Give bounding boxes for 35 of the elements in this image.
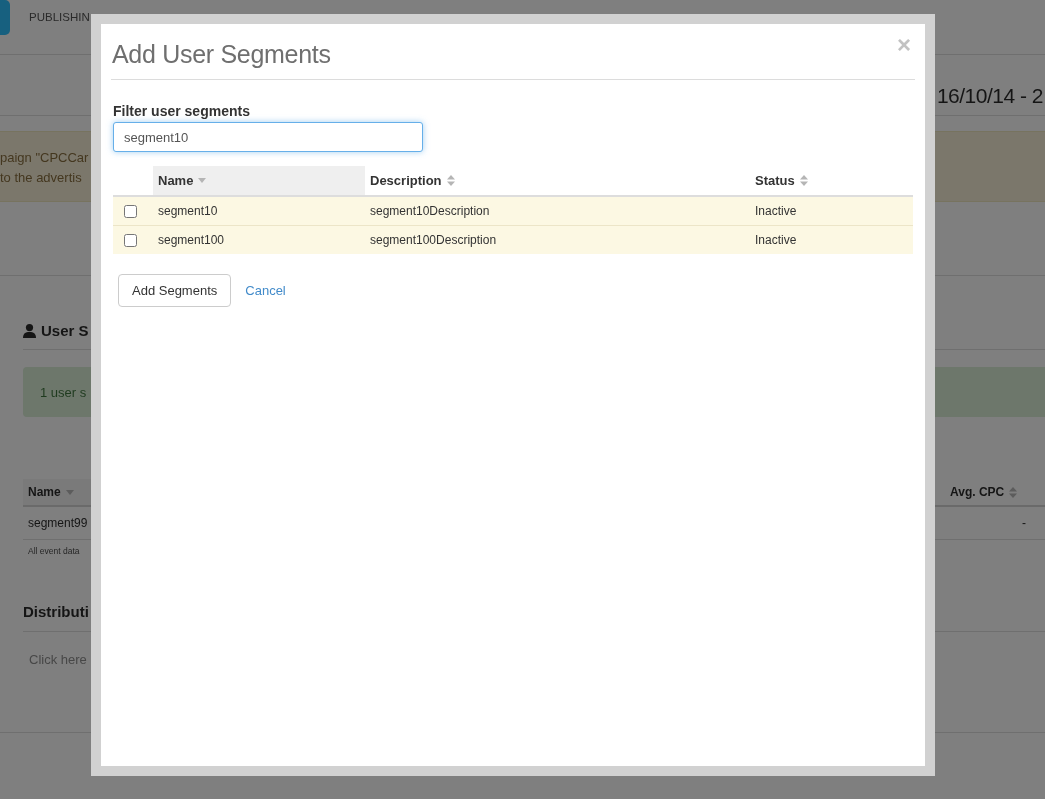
sort-arrows-icon <box>1009 486 1018 498</box>
user-icon <box>23 324 36 338</box>
sort-caret-icon <box>65 489 74 495</box>
dialog-title: Add User Segments <box>111 39 331 70</box>
column-header[interactable]: Name <box>23 479 91 505</box>
hint-text: Click here <box>29 651 87 669</box>
column-header[interactable]: Status <box>750 166 913 195</box>
action-button[interactable]: Add Segments <box>118 274 232 307</box>
column-header[interactable]: Name <box>153 166 365 195</box>
filter-input[interactable]: segment10 <box>113 122 423 152</box>
sort-caret-icon <box>198 178 207 183</box>
table-cell-text: - <box>1021 515 1027 532</box>
field-label: Filter user segments <box>113 102 250 120</box>
table-cell-text: segment100Description <box>369 232 498 249</box>
table-cell-text: segment100 <box>157 232 226 249</box>
date-range: 16/10/14 - 2 <box>936 83 1043 109</box>
column-header[interactable]: Avg. CPC <box>940 479 1045 505</box>
row-checkbox[interactable] <box>124 204 137 218</box>
text-link[interactable]: Cancel <box>245 283 286 298</box>
table-cell-text: Inactive <box>754 203 798 220</box>
sort-arrows-icon <box>799 175 808 186</box>
alert-text: paign "CPCCar <box>0 149 89 167</box>
sort-arrows-icon <box>446 175 455 186</box>
table-cell-text: segment10 <box>157 203 219 220</box>
section-heading: User S <box>41 321 89 341</box>
row-checkbox[interactable] <box>124 233 137 247</box>
nav-item[interactable]: PUBLISHIN <box>29 0 90 35</box>
table-cell-text: Inactive <box>754 232 798 249</box>
table-cell-text: segment99 <box>27 515 89 532</box>
table-cell-text: segment10Description <box>369 203 491 220</box>
alert-text: to the advertis <box>0 169 82 187</box>
section-heading: Distributi <box>23 602 89 622</box>
notice-text: 1 user s <box>40 385 87 400</box>
column-header[interactable]: Description <box>365 166 750 195</box>
footnote-text: All event data <box>28 546 80 556</box>
